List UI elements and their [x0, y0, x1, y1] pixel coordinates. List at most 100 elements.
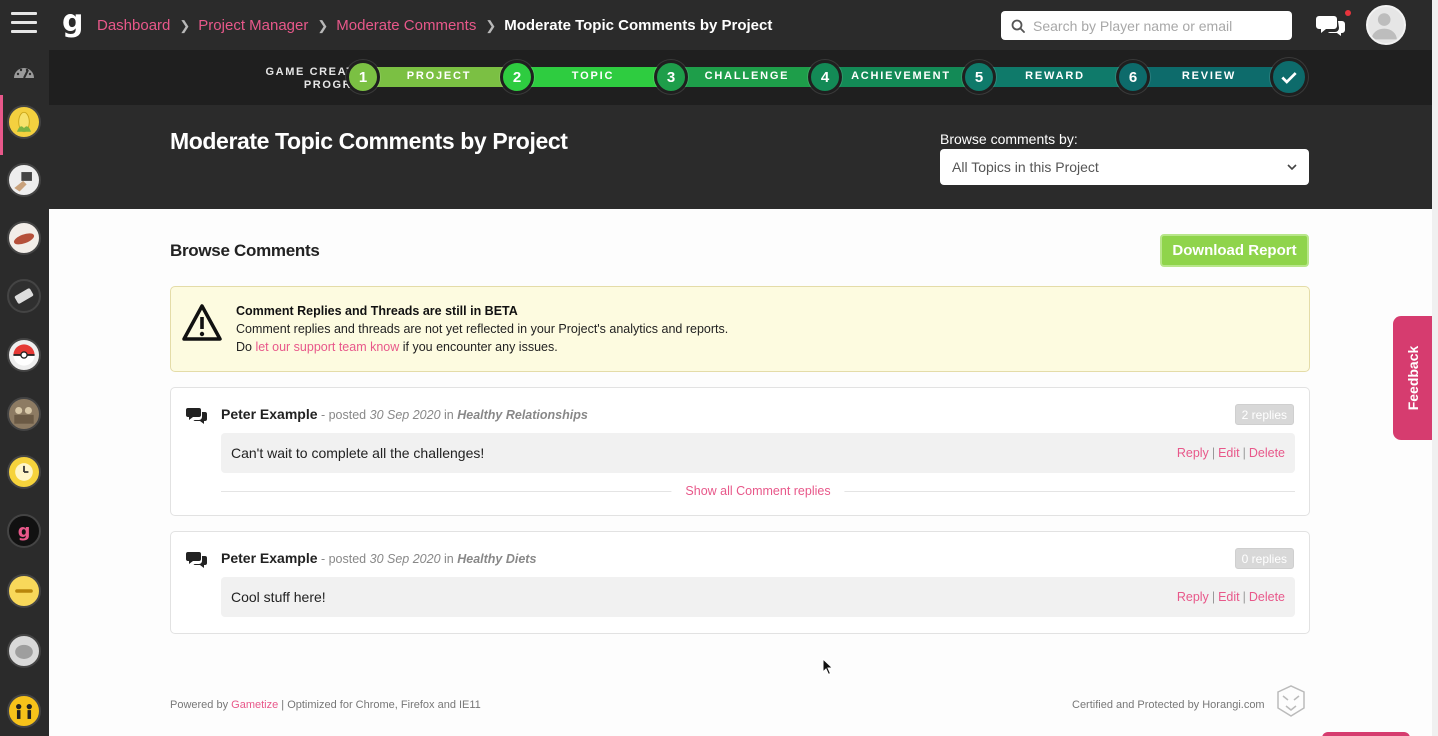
horangi-logo[interactable]	[1274, 684, 1308, 718]
project-icon-elephant[interactable]	[7, 634, 41, 668]
chevron-right-icon: ❯	[485, 17, 497, 33]
footer-certified: Certified and Protected by Horangi.com	[1072, 699, 1265, 711]
reply-link[interactable]: Reply	[1177, 446, 1209, 460]
step-number-3[interactable]: 3	[654, 60, 688, 94]
edit-link[interactable]: Edit	[1218, 590, 1240, 604]
step-number-4[interactable]: 4	[808, 60, 842, 94]
beta-line-2: Do let our support team know if you enco…	[236, 340, 558, 354]
mouse-cursor-icon	[822, 658, 834, 676]
project-icon-sausage[interactable]	[7, 221, 41, 255]
edit-link[interactable]: Edit	[1218, 446, 1240, 460]
step-label-topic[interactable]: TOPIC	[533, 70, 653, 82]
comment-author[interactable]: Peter Example	[221, 550, 318, 566]
step-number-6[interactable]: 6	[1116, 60, 1150, 94]
step-label-reward[interactable]: REWARD	[995, 70, 1115, 82]
menu-icon[interactable]	[11, 12, 37, 38]
step-label-achievement[interactable]: ACHIEVEMENT	[841, 70, 961, 82]
comment-posted: - posted	[317, 408, 370, 422]
active-indicator	[0, 95, 3, 155]
comment-card: Peter Example - posted 30 Sep 2020 in He…	[170, 387, 1310, 516]
project-icon-hand[interactable]	[7, 163, 41, 197]
support-link[interactable]: let our support team know	[255, 340, 399, 354]
comment-card: Peter Example - posted 30 Sep 2020 in He…	[170, 531, 1310, 634]
beta-line-2-pre: Do	[236, 340, 256, 354]
project-icon-corn[interactable]	[7, 105, 41, 139]
breadcrumb-moderate-comments[interactable]: Moderate Comments	[336, 17, 476, 34]
page-title: Moderate Topic Comments by Project	[170, 128, 568, 154]
page-header: Moderate Topic Comments by Project Brows…	[49, 105, 1432, 209]
gametize-link[interactable]: Gametize	[231, 699, 278, 711]
checkmark-icon[interactable]	[1270, 58, 1308, 96]
comments-icon	[186, 408, 207, 424]
project-icon-face[interactable]	[7, 574, 41, 608]
project-icon-group[interactable]	[7, 397, 41, 431]
bottom-widget[interactable]	[1322, 732, 1410, 736]
step-number-1[interactable]: 1	[346, 60, 380, 94]
step-label-challenge[interactable]: CHALLENGE	[687, 70, 807, 82]
show-all-replies-link[interactable]: Show all Comment replies	[671, 484, 845, 498]
step-number-2[interactable]: 2	[500, 60, 534, 94]
comment-actions: Reply | Edit | Delete	[1176, 446, 1285, 460]
avatar[interactable]	[1366, 5, 1406, 45]
breadcrumb-project-manager[interactable]: Project Manager	[198, 17, 308, 34]
comment-posted: - posted	[317, 552, 370, 566]
project-icon-pokeball[interactable]	[7, 338, 41, 372]
comment-date: 30 Sep 2020	[369, 408, 441, 422]
reply-link[interactable]: Reply	[1177, 590, 1209, 604]
feedback-tab[interactable]: Feedback	[1393, 316, 1432, 440]
delete-link[interactable]: Delete	[1249, 590, 1285, 604]
breadcrumb-dashboard[interactable]: Dashboard	[97, 17, 170, 34]
chat-icon[interactable]	[1316, 13, 1346, 37]
chevron-right-icon: ❯	[179, 17, 191, 33]
beta-title: Comment Replies and Threads are still in…	[236, 304, 518, 318]
chevron-right-icon: ❯	[317, 17, 329, 33]
comment-author-line: Peter Example - posted 30 Sep 2020 in He…	[221, 550, 536, 566]
comment-bubble: Cool stuff here! Reply | Edit | Delete	[221, 577, 1295, 617]
warning-icon	[182, 304, 222, 341]
comment-text: Can't wait to complete all the challenge…	[231, 445, 485, 461]
beta-notice: Comment Replies and Threads are still in…	[170, 286, 1310, 372]
breadcrumb-current: Moderate Topic Comments by Project	[504, 17, 773, 34]
step-label-project[interactable]: PROJECT	[379, 70, 499, 82]
browse-by-label: Browse comments by:	[940, 131, 1078, 147]
gametize-logo[interactable]: g	[62, 7, 84, 40]
breadcrumb: Dashboard ❯ Project Manager ❯ Moderate C…	[97, 17, 772, 34]
comment-in: in	[440, 408, 458, 422]
project-sidebar: g	[0, 50, 49, 736]
search-icon	[1011, 19, 1025, 33]
dashboard-icon[interactable]	[12, 63, 36, 81]
step-number-5[interactable]: 5	[962, 60, 996, 94]
project-icon-people[interactable]	[7, 694, 41, 728]
delete-link[interactable]: Delete	[1249, 446, 1285, 460]
search-box[interactable]	[1001, 11, 1292, 40]
comment-in: in	[440, 552, 458, 566]
project-icon-clock[interactable]	[7, 455, 41, 489]
section-heading: Browse Comments	[170, 241, 320, 260]
game-creation-progress: GAME CREATION PROGRESS PROJECT TOPIC CHA…	[49, 50, 1432, 105]
comment-bubble: Can't wait to complete all the challenge…	[221, 433, 1295, 473]
comment-date: 30 Sep 2020	[369, 552, 441, 566]
comment-author-line: Peter Example - posted 30 Sep 2020 in He…	[221, 406, 588, 422]
notification-dot	[1345, 10, 1351, 16]
comment-topic[interactable]: Healthy Diets	[457, 552, 536, 566]
comment-text: Cool stuff here!	[231, 589, 326, 605]
feedback-label: Feedback	[1404, 345, 1421, 411]
svg-text:g: g	[18, 522, 31, 542]
browse-by-value: All Topics in this Project	[952, 159, 1099, 175]
project-icon-gametize[interactable]: g	[7, 514, 41, 548]
beta-line-2-post: if you encounter any issues.	[399, 340, 558, 354]
search-input[interactable]	[1033, 17, 1283, 34]
scrollbar[interactable]	[1432, 0, 1438, 736]
comment-topic[interactable]: Healthy Relationships	[457, 408, 588, 422]
powered-post: | Optimized for Chrome, Firefox and IE11	[278, 699, 481, 711]
replies-badge: 2 replies	[1234, 404, 1294, 425]
top-bar: g Dashboard ❯ Project Manager ❯ Moderate…	[0, 0, 1438, 50]
comment-author[interactable]: Peter Example	[221, 406, 318, 422]
powered-pre: Powered by	[170, 699, 232, 711]
chevron-down-icon	[1287, 164, 1297, 170]
step-label-review[interactable]: REVIEW	[1149, 70, 1269, 82]
comment-actions: Reply | Edit | Delete	[1176, 590, 1285, 604]
download-report-button[interactable]: Download Report	[1160, 234, 1309, 267]
browse-by-select[interactable]: All Topics in this Project	[940, 149, 1309, 185]
project-icon-device[interactable]	[7, 279, 41, 313]
